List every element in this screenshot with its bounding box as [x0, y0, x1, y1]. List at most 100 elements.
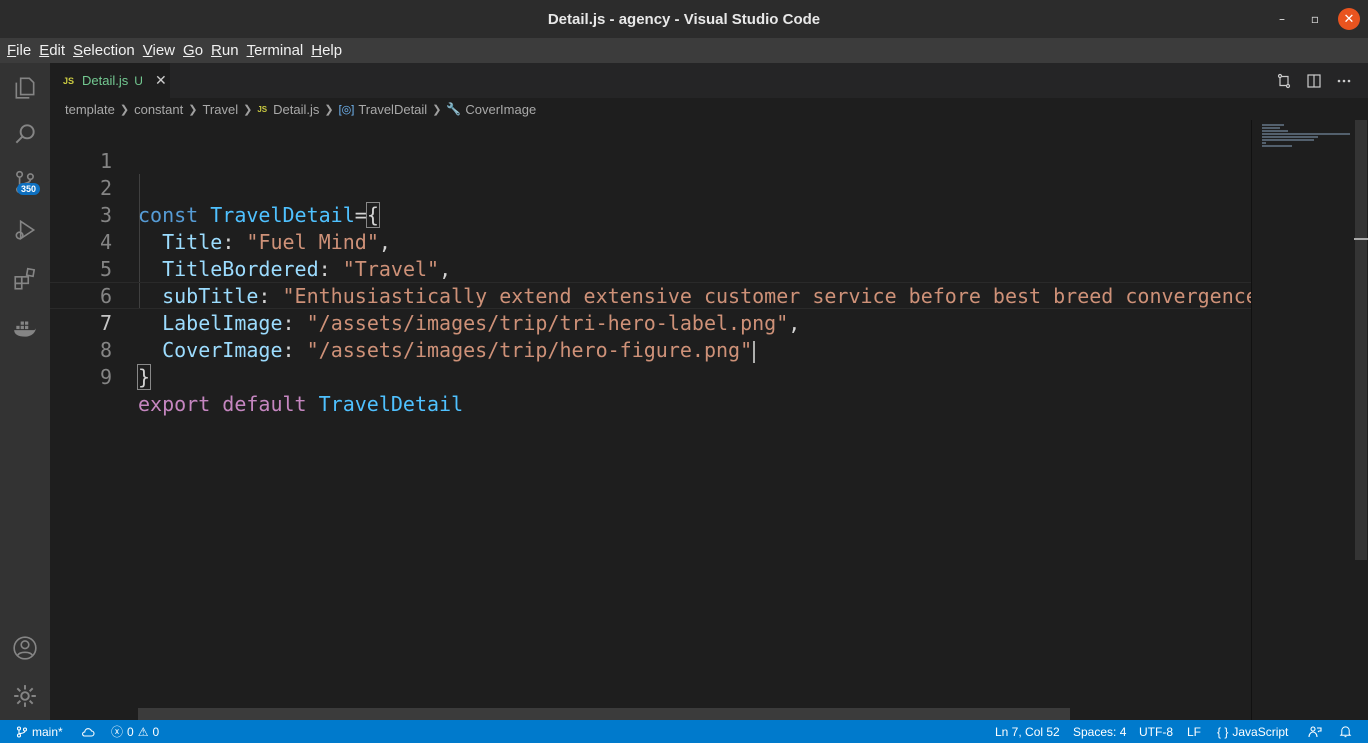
minimap-line — [1262, 142, 1266, 144]
error-icon: ⓧ — [111, 725, 124, 739]
menu-selection[interactable]: Selection — [69, 42, 139, 59]
split-editor-icon[interactable] — [1306, 73, 1322, 89]
minimap-line — [1262, 124, 1284, 126]
language-label: JavaScript — [1232, 724, 1289, 739]
code-editor[interactable]: 1 2 const TravelDetail={ 3 Title: "Fuel … — [50, 120, 1251, 720]
account-button[interactable] — [0, 625, 50, 671]
close-tab-icon[interactable]: ✕ — [155, 73, 167, 89]
account-icon — [13, 636, 37, 660]
code-line[interactable]: 4 TitleBordered: "Travel", — [50, 202, 1251, 281]
minimap-line — [1262, 133, 1350, 135]
eol-label: LF — [1187, 724, 1202, 739]
menu-bar: File Edit Selection View Go Run Terminal… — [0, 38, 1368, 63]
maximize-button[interactable]: ▫ — [1300, 0, 1330, 38]
explorer-icon — [15, 77, 35, 99]
editor-tabs-bar: JS Detail.js U ✕ — [50, 63, 1368, 98]
activity-bar: 350 — [0, 63, 50, 720]
breadcrumb-coverimage[interactable]: CoverImage — [465, 102, 536, 117]
menu-run[interactable]: Run — [207, 42, 243, 59]
code-line[interactable]: 8 } — [50, 310, 1251, 390]
code-line[interactable]: 5 subTitle: "Enthusiastically extend ext… — [50, 229, 1251, 308]
chevron-right-icon: ❯ — [119, 103, 130, 116]
code-line[interactable]: 9 export default TravelDetail — [50, 337, 1251, 416]
horizontal-scrollbar[interactable] — [138, 708, 1070, 720]
scrollbar-thumb[interactable] — [1355, 120, 1367, 560]
code-line[interactable]: 6 LabelImage: "/assets/images/trip/tri-h… — [50, 256, 1251, 335]
minimap-line — [1262, 136, 1318, 138]
indentation-selector[interactable]: Spaces: 4 — [1073, 720, 1126, 743]
code-line[interactable]: 3 Title: "Fuel Mind", — [50, 175, 1251, 254]
eol-selector[interactable]: LF — [1187, 720, 1201, 743]
minimize-button[interactable]: – — [1267, 0, 1297, 38]
window-title: Detail.js - agency - Visual Studio Code — [547, 10, 821, 28]
minimize-icon: – — [1279, 12, 1285, 26]
git-branch-icon — [16, 725, 28, 738]
tab-detail-js[interactable]: JS Detail.js U ✕ — [50, 63, 170, 98]
close-window-button[interactable]: ✕ — [1334, 0, 1364, 38]
problems-indicator[interactable]: ⓧ 0 ⚠ 0 — [111, 720, 159, 743]
sync-button[interactable] — [81, 720, 95, 743]
breadcrumb-template[interactable]: template — [65, 102, 115, 117]
menu-edit[interactable]: Edit — [35, 42, 69, 59]
menu-help[interactable]: Help — [307, 42, 346, 59]
code-line[interactable]: 2 const TravelDetail={ — [50, 148, 1251, 228]
breadcrumb-traveldetail[interactable]: TravelDetail — [358, 102, 427, 117]
minimap-line — [1262, 127, 1280, 129]
encoding-selector[interactable]: UTF-8 — [1139, 720, 1173, 743]
code-line-current[interactable]: 7 CoverImage: "/assets/images/trip/hero-… — [50, 282, 1251, 363]
variable-symbol-icon: [◎] — [338, 103, 355, 116]
cursor-position[interactable]: Ln 7, Col 52 — [995, 720, 1060, 743]
chevron-right-icon: ❯ — [188, 103, 198, 116]
feedback-button[interactable] — [1308, 720, 1322, 743]
keyword-default: default — [222, 392, 307, 416]
editor-actions — [1276, 63, 1352, 98]
docker-icon — [14, 321, 36, 337]
tab-filename: Detail.js — [82, 73, 129, 88]
indentation-label: Spaces: 4 — [1073, 724, 1127, 739]
cursor-position-label: Ln 7, Col 52 — [995, 724, 1060, 739]
extensions-button[interactable] — [0, 256, 50, 302]
explorer-button[interactable] — [0, 65, 50, 111]
language-mode-selector[interactable]: { } JavaScript — [1217, 720, 1288, 743]
settings-button[interactable] — [0, 673, 50, 719]
cursor-position-marker — [1354, 238, 1368, 240]
more-actions-icon[interactable] — [1336, 73, 1352, 89]
notifications-button[interactable] — [1339, 720, 1352, 743]
breadcrumb: template ❯ constant ❯ Travel ❯ JS Detail… — [50, 98, 1368, 120]
open-changes-icon[interactable] — [1276, 73, 1292, 89]
javascript-file-icon: JS — [63, 75, 75, 86]
vertical-scrollbar[interactable] — [1353, 120, 1368, 720]
docker-button[interactable] — [0, 305, 50, 351]
feedback-icon — [1308, 725, 1322, 737]
run-debug-icon — [15, 219, 36, 241]
source-control-button[interactable] — [0, 159, 50, 205]
error-count: 0 — [127, 724, 134, 739]
javascript-file-icon: JS — [257, 104, 268, 114]
bell-icon — [1339, 726, 1352, 738]
chevron-right-icon: ❯ — [432, 103, 442, 116]
braces-icon: { } — [1217, 724, 1229, 739]
menu-view[interactable]: View — [139, 42, 179, 59]
minimap-line — [1262, 139, 1314, 141]
settings-gear-icon — [14, 685, 36, 707]
breadcrumb-travel[interactable]: Travel — [202, 102, 238, 117]
maximize-icon: ▫ — [1310, 12, 1320, 26]
minimap-line — [1262, 145, 1292, 147]
warning-icon: ⚠ — [137, 724, 149, 739]
branch-indicator[interactable]: main* — [16, 720, 63, 743]
property-wrench-icon: 🔧 — [446, 102, 462, 116]
search-button[interactable] — [0, 111, 50, 157]
warning-count: 0 — [152, 724, 160, 739]
menu-file[interactable]: File — [3, 42, 35, 59]
run-debug-button[interactable] — [0, 207, 50, 253]
status-bar: main* ⓧ 0 ⚠ 0 Ln 7, Col 52 Spaces: 4 UTF… — [0, 720, 1368, 743]
menu-terminal[interactable]: Terminal — [243, 42, 308, 59]
keyword-export: export — [138, 392, 211, 416]
code-line[interactable]: 1 — [50, 121, 1251, 173]
line-number: 9 — [99, 365, 112, 389]
menu-go[interactable]: Go — [179, 42, 207, 59]
breadcrumb-detail-js[interactable]: Detail.js — [273, 102, 319, 117]
minimap[interactable] — [1251, 120, 1353, 720]
encoding-label: UTF-8 — [1139, 724, 1173, 739]
breadcrumb-constant[interactable]: constant — [134, 102, 183, 117]
